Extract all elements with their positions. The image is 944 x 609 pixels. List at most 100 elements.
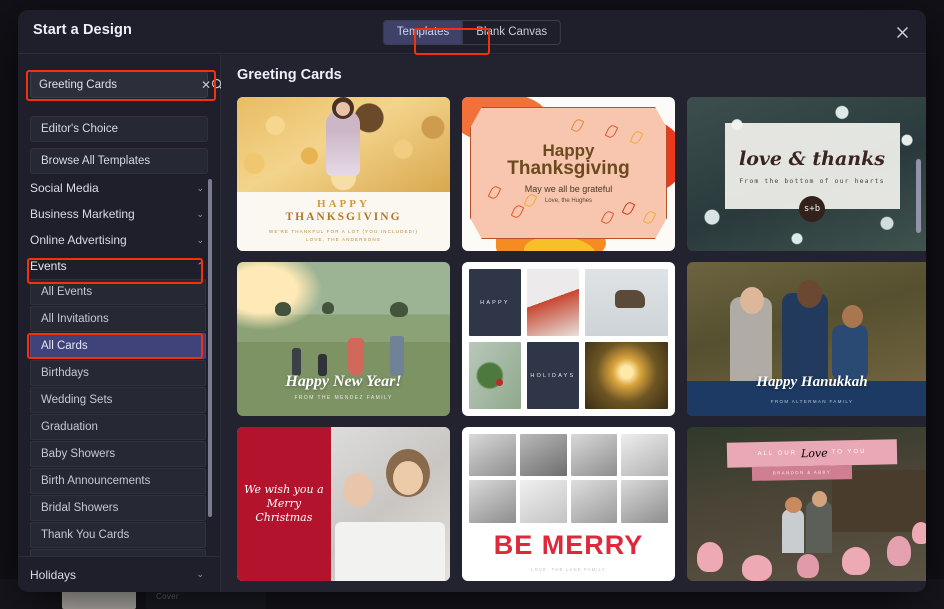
template-subtitle-1: WE'RE THANKFUL FOR A LOT (YOU INCLUDED!) [268,229,419,235]
flower-shape [912,522,926,545]
flower-shape [842,546,870,575]
flower-shape [697,541,723,572]
sidebar-section-label: Events [30,259,67,273]
flower-shape [887,535,911,566]
template-card-love-and-thanks[interactable]: love & thanks From the bottom of our hea… [687,97,926,251]
template-subtitle: FROM THE MENDEZ FAMILY [294,394,393,401]
sidebar-section-label: Holidays [30,567,77,582]
sidebar-item-bridal-showers[interactable]: Bridal Showers [30,495,206,521]
tree-shape [275,302,292,317]
tab-templates[interactable]: Templates [383,21,463,44]
baby-figure [326,97,361,177]
sidebar-section-social-media[interactable]: Social Media ⌄ [18,175,220,201]
collage-tile-photo [570,434,618,477]
template-card-happy-new-year[interactable]: Happy New Year! FROM THE MENDEZ FAMILY [237,262,450,416]
template-grid-scrollbar[interactable] [916,159,921,233]
template-card-happy-holidays-collage[interactable]: HAPPY HOLIDAYS [462,262,675,416]
ribbon-banner: ALL OUR Love TO YOU [726,439,898,468]
template-card-merry-christmas[interactable]: We wish you a Merry Christmas [237,427,450,581]
sidebar-scrollbar[interactable] [208,179,212,517]
clear-search-icon[interactable]: ✕ [201,72,211,97]
search-input[interactable] [31,78,201,91]
template-title: Happy Hanukkah [756,374,868,391]
collage-tile-photo [469,434,516,477]
template-caption: Happy Thanksgiving May we all be gratefu… [470,107,667,239]
sidebar-section-events[interactable]: Events ⌃ [18,253,220,279]
collage-tile-photo [570,480,618,523]
ribbon-subtitle: BRANDON & ABBY [772,469,832,476]
couple-figures [782,491,834,554]
flower-shape [742,555,772,581]
search-box: ✕ [30,71,224,98]
flower-shape [797,553,819,578]
quick-link-editors-choice[interactable]: Editor's Choice [30,116,208,142]
barn-shape [832,470,926,532]
collage-tile-deer-photo [584,269,668,336]
dialog-header: Start a Design Templates Blank Canvas [18,10,926,54]
sidebar-item-baby-showers[interactable]: Baby Showers [30,441,206,467]
sidebar-section-holidays[interactable]: Holidays ⌄ [18,562,220,588]
quick-link-browse-all-templates[interactable]: Browse All Templates [30,148,208,174]
ribbon-pre-text: ALL OUR [757,450,798,458]
sidebar-item-all-events[interactable]: All Events [30,279,206,305]
template-card-be-merry[interactable]: BE MERRY LOVE, THE LANE FAMILY [462,427,675,581]
collage-tile-photo [519,434,567,477]
template-card-happy-hanukkah[interactable]: Happy Hanukkah FROM ALTERMAN FAMILY [687,262,926,416]
template-subtitle-1: May we all be grateful [524,184,613,195]
sidebar-footer: Holidays ⌄ [18,556,220,592]
monogram-badge: s+b [799,195,825,222]
white-clothing [335,522,446,581]
template-card-happy-thanksgiving-illustration[interactable]: Happy Thanksgiving May we all be gratefu… [462,97,675,251]
collage-grid: HAPPY HOLIDAYS [469,269,668,409]
main-content: Greeting Cards HAPPY THANKSGIVING WE'RE … [221,55,926,592]
collage-tile-photo [621,434,668,477]
sidebar-section-label: Social Media [30,181,99,195]
collage-tile-photo [519,480,567,523]
sidebar-nav-scroll-area: Social Media ⌄ Business Marketing ⌄ Onli… [18,175,220,556]
template-subtitle: FROM ALTERMAN FAMILY [770,398,854,404]
title-part-c: VING [363,211,402,224]
collage-tile-label: HOLIDAYS [530,372,576,379]
sidebar-item-thank-you-cards[interactable]: Thank You Cards [30,522,206,548]
collage-tile-photo [621,480,668,523]
sidebar-section-label: Online Advertising [30,233,127,247]
chevron-down-icon: ⌄ [196,234,204,245]
template-grid: HAPPY THANKSGIVING WE'RE THANKFUL FOR A … [221,97,926,592]
template-card-all-our-love[interactable]: ALL OUR Love TO YOU BRANDON & ABBY [687,427,926,581]
person-figure [292,347,302,376]
tab-blank-canvas[interactable]: Blank Canvas [462,21,560,44]
sidebar-item-all-cards[interactable]: All Cards [30,333,206,359]
template-subtitle-2: Love, the Hughes [544,198,593,205]
template-row: Happy New Year! FROM THE MENDEZ FAMILY H… [237,262,926,416]
collage-tile-photo [469,480,516,523]
collage-tile-dog-photo [526,269,579,336]
child-head [842,305,863,329]
collage-tile-sparkler-photo [584,342,668,409]
chevron-down-icon: ⌄ [196,569,204,579]
sidebar-item-all-invitations[interactable]: All Invitations [30,306,206,332]
ribbon-banner-secondary: BRANDON & ABBY [751,464,853,481]
template-script-text: We wish you a Merry Christmas [244,483,324,524]
template-row: We wish you a Merry Christmas BE MERRY L… [237,427,926,581]
template-caption: HAPPY THANKSGIVING WE'RE THANKFUL FOR A … [237,192,450,251]
template-photo [237,97,450,193]
chevron-down-icon: ⌄ [196,182,204,193]
template-title-line2: THANKSGIVING [237,211,450,223]
tab-group: Templates Blank Canvas [382,20,562,45]
sidebar-item-graduation[interactable]: Graduation [30,414,206,440]
sidebar-item-birth-announcements[interactable]: Birth Announcements [30,468,206,494]
template-title: Happy New Year! [285,373,402,391]
sidebar-item-wedding-sets[interactable]: Wedding Sets [30,387,206,413]
close-icon[interactable] [890,20,914,44]
background-thumbnail-label: Cover [156,592,179,601]
template-card-thanksgiving-baby[interactable]: HAPPY THANKSGIVING WE'RE THANKFUL FOR A … [237,97,450,251]
template-title: love & thanks [739,147,885,170]
collage-tile-holly-photo [469,342,521,409]
baby-figure [342,473,373,508]
dialog-title: Start a Design [33,22,132,38]
template-row: HAPPY THANKSGIVING WE'RE THANKFUL FOR A … [237,97,926,251]
sidebar-section-online-advertising[interactable]: Online Advertising ⌄ [18,227,220,253]
sidebar-section-business-marketing[interactable]: Business Marketing ⌄ [18,201,220,227]
sidebar-item-birthdays[interactable]: Birthdays [30,360,206,386]
sidebar-item-pride[interactable]: Pride [30,549,206,556]
